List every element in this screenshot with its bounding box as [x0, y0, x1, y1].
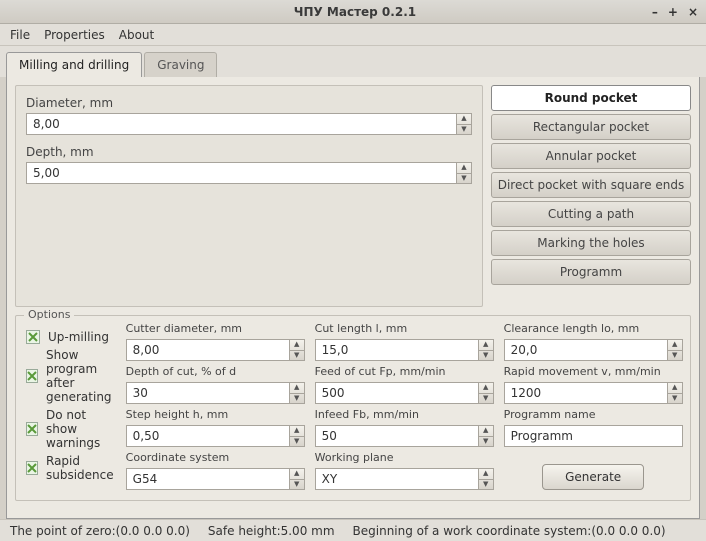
op-round-pocket[interactable]: Round pocket — [491, 85, 691, 111]
spin-up-icon[interactable]: ▲ — [479, 340, 493, 351]
op-cutting-path[interactable]: Cutting a path — [491, 201, 691, 227]
diameter-field[interactable] — [26, 113, 456, 135]
shape-params-panel: Diameter, mm ▲▼ Depth, mm ▲▼ — [15, 85, 483, 307]
spin-down-icon[interactable]: ▼ — [290, 437, 304, 447]
program-name-label: Programm name — [504, 408, 683, 421]
op-marking-holes[interactable]: Marking the holes — [491, 230, 691, 256]
working-plane-label: Working plane — [315, 451, 494, 464]
diameter-input[interactable]: ▲▼ — [26, 113, 472, 135]
spin-up-icon[interactable]: ▲ — [457, 163, 471, 174]
spin-down-icon[interactable]: ▼ — [479, 437, 493, 447]
check-label: Show program after generating — [46, 348, 116, 404]
spin-down-icon[interactable]: ▼ — [290, 480, 304, 490]
status-zero: The point of zero:(0.0 0.0 0.0) — [10, 524, 190, 538]
depth-input[interactable]: ▲▼ — [26, 162, 472, 184]
spin-up-icon[interactable]: ▲ — [290, 383, 304, 394]
tab-milling[interactable]: Milling and drilling — [6, 52, 142, 77]
checkbox-icon — [26, 369, 38, 383]
rapid-movement-input[interactable]: ▲▼ — [504, 382, 683, 404]
op-rect-pocket[interactable]: Rectangular pocket — [491, 114, 691, 140]
spin-up-icon[interactable]: ▲ — [479, 426, 493, 437]
infeed-input[interactable]: ▲▼ — [315, 425, 494, 447]
infeed-label: Infeed Fb, mm/min — [315, 408, 494, 421]
program-name-input[interactable] — [504, 425, 683, 447]
menu-file[interactable]: File — [10, 28, 30, 42]
cutter-diameter-label: Cutter diameter, mm — [126, 322, 305, 335]
spin-down-icon[interactable]: ▼ — [457, 174, 471, 184]
spin-down-icon[interactable]: ▼ — [668, 394, 682, 404]
maximize-button[interactable]: + — [668, 5, 678, 19]
options-legend: Options — [24, 308, 74, 321]
op-direct-pocket[interactable]: Direct pocket with square ends — [491, 172, 691, 198]
spin-down-icon[interactable]: ▼ — [479, 351, 493, 361]
step-height-input[interactable]: ▲▼ — [126, 425, 305, 447]
spin-up-icon[interactable]: ▲ — [290, 426, 304, 437]
checkbox-icon — [26, 330, 40, 344]
depth-of-cut-label: Depth of cut, % of d — [126, 365, 305, 378]
menu-properties[interactable]: Properties — [44, 28, 105, 42]
check-label: Rapid subsidence — [46, 454, 116, 482]
tab-panel: Diameter, mm ▲▼ Depth, mm ▲▼ Round pocke… — [6, 77, 700, 519]
statusbar: The point of zero:(0.0 0.0 0.0) Safe hei… — [0, 519, 706, 541]
rapid-movement-label: Rapid movement v, mm/min — [504, 365, 683, 378]
check-label: Do not show warnings — [46, 408, 116, 450]
spin-down-icon[interactable]: ▼ — [290, 394, 304, 404]
depth-label: Depth, mm — [26, 145, 472, 159]
cut-length-label: Cut length l, mm — [315, 322, 494, 335]
depth-field[interactable] — [26, 162, 456, 184]
cutter-diameter-input[interactable]: ▲▼ — [126, 339, 305, 361]
check-no-warnings[interactable]: Do not show warnings — [26, 408, 116, 450]
check-label: Up-milling — [48, 330, 109, 344]
op-annular-pocket[interactable]: Annular pocket — [491, 143, 691, 169]
spin-up-icon[interactable]: ▲ — [479, 383, 493, 394]
titlebar: ЧПУ Мастер 0.2.1 – + × — [0, 0, 706, 24]
op-programm[interactable]: Programm — [491, 259, 691, 285]
checkbox-icon — [26, 422, 38, 436]
feed-rate-input[interactable]: ▲▼ — [315, 382, 494, 404]
window-title: ЧПУ Мастер 0.2.1 — [58, 5, 652, 19]
close-button[interactable]: × — [688, 5, 698, 19]
spin-up-icon[interactable]: ▲ — [479, 469, 493, 480]
options-fieldset: Options Up-milling Show program after ge… — [15, 315, 691, 501]
working-plane-select[interactable]: ▲▼ — [315, 468, 494, 490]
check-up-milling[interactable]: Up-milling — [26, 330, 116, 344]
spin-up-icon[interactable]: ▲ — [457, 114, 471, 125]
spin-down-icon[interactable]: ▼ — [457, 125, 471, 135]
feed-rate-label: Feed of cut Fp, mm/min — [315, 365, 494, 378]
spin-down-icon[interactable]: ▼ — [479, 480, 493, 490]
checkbox-icon — [26, 461, 38, 475]
check-show-program[interactable]: Show program after generating — [26, 348, 116, 404]
menu-about[interactable]: About — [119, 28, 154, 42]
spin-up-icon[interactable]: ▲ — [290, 340, 304, 351]
spin-up-icon[interactable]: ▲ — [668, 383, 682, 394]
status-origin: Beginning of a work coordinate system:(0… — [353, 524, 666, 538]
depth-of-cut-input[interactable]: ▲▼ — [126, 382, 305, 404]
coord-system-label: Coordinate system — [126, 451, 305, 464]
window-controls: – + × — [652, 5, 698, 19]
spin-down-icon[interactable]: ▼ — [668, 351, 682, 361]
diameter-label: Diameter, mm — [26, 96, 472, 110]
tab-graving[interactable]: Graving — [144, 52, 217, 77]
cut-length-input[interactable]: ▲▼ — [315, 339, 494, 361]
coord-system-select[interactable]: ▲▼ — [126, 468, 305, 490]
spin-up-icon[interactable]: ▲ — [290, 469, 304, 480]
clearance-input[interactable]: ▲▼ — [504, 339, 683, 361]
generate-button[interactable]: Generate — [542, 464, 644, 490]
operation-list: Round pocket Rectangular pocket Annular … — [491, 85, 691, 307]
spin-down-icon[interactable]: ▼ — [479, 394, 493, 404]
tabbar: Milling and drilling Graving — [0, 46, 706, 77]
minimize-button[interactable]: – — [652, 5, 658, 19]
menubar: File Properties About — [0, 24, 706, 46]
clearance-label: Clearance length lo, mm — [504, 322, 683, 335]
check-rapid-subsidence[interactable]: Rapid subsidence — [26, 454, 116, 482]
spin-up-icon[interactable]: ▲ — [668, 340, 682, 351]
status-safe-height: Safe height:5.00 mm — [208, 524, 335, 538]
spin-down-icon[interactable]: ▼ — [290, 351, 304, 361]
step-height-label: Step height h, mm — [126, 408, 305, 421]
